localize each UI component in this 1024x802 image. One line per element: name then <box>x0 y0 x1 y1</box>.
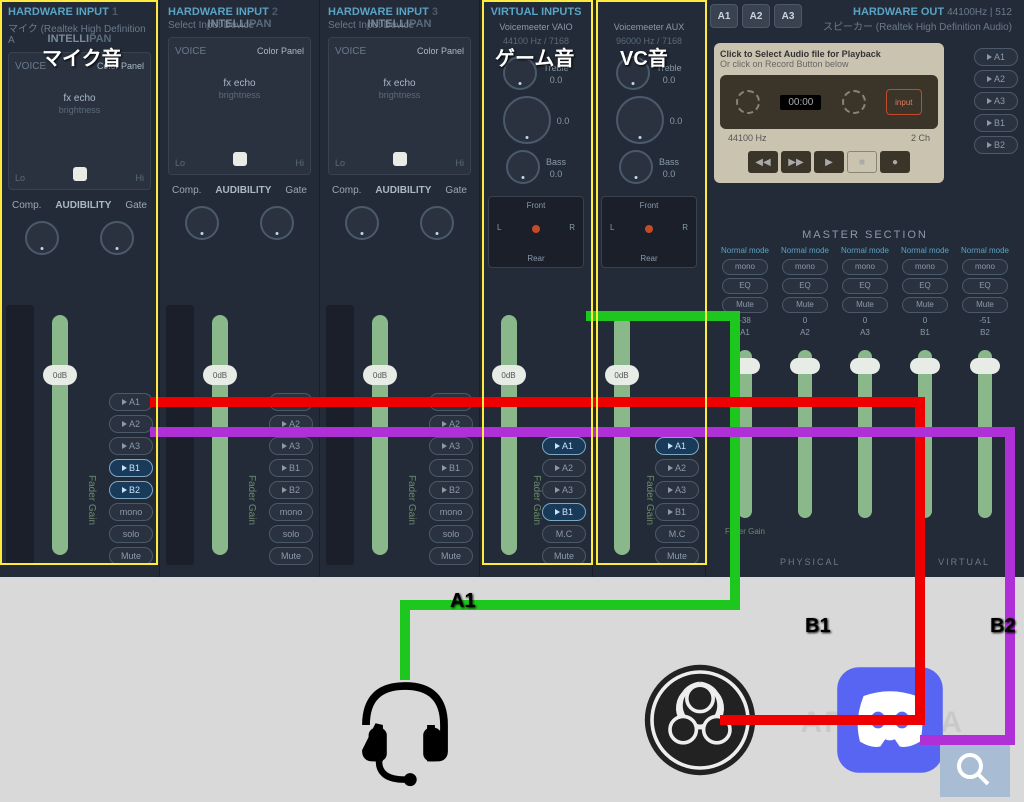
hw1-fader[interactable]: 0dB <box>40 305 80 565</box>
pb-b1[interactable]: B1 <box>974 114 1018 132</box>
hw-input-2: HARDWARE INPUT 2 Select Input Device INT… <box>160 0 320 577</box>
hw1-comp-knob[interactable] <box>25 221 59 255</box>
vi2-fader[interactable]: 0dB <box>605 305 638 565</box>
hw1-title: HARDWARE INPUT 1 <box>4 4 155 20</box>
reel-icon <box>842 90 866 114</box>
hw1-a3[interactable]: A3 <box>109 437 153 455</box>
tape-deck: Click to Select Audio file for Playback … <box>714 43 944 183</box>
hw1-mute[interactable]: Mute <box>109 547 153 565</box>
hw2-intellipan[interactable]: INTELLIPAN VOICE Color Panel fx echo bri… <box>168 37 311 175</box>
rewind-button[interactable]: ◀◀ <box>748 151 778 173</box>
hwout-a1[interactable]: A1 <box>710 4 738 28</box>
master-b2: Normal mode mono EQ Mute -51 B2 <box>957 247 1013 576</box>
hw1-gate-knob[interactable] <box>100 221 134 255</box>
master-a3: Normal mode mono EQ Mute 0 A3 <box>837 247 893 576</box>
pb-a3[interactable]: A3 <box>974 92 1018 110</box>
hwout-a2[interactable]: A2 <box>742 4 770 28</box>
pb-a2[interactable]: A2 <box>974 70 1018 88</box>
hw1-solo[interactable]: solo <box>109 525 153 543</box>
vi2-a1[interactable]: A1 <box>655 437 699 455</box>
reel-icon <box>736 90 760 114</box>
stop-button[interactable]: ■ <box>847 151 877 173</box>
voicemeeter-mixer: HARDWARE INPUT 1 マイク (Realtek High Defin… <box>0 0 1024 577</box>
hwout-a3[interactable]: A3 <box>774 4 802 28</box>
hw1-intellipan[interactable]: INTELLIPAN VOICE Color Panel fx echo bri… <box>8 52 151 190</box>
tape-select-file[interactable]: Click to Select Audio file for Playback <box>720 49 938 59</box>
hw1-puck[interactable] <box>73 167 87 181</box>
vi1-a1[interactable]: A1 <box>542 437 586 455</box>
right-panel: A1 A2 A3 HARDWARE OUT 44100Hz | 512 スピーカ… <box>706 0 1024 577</box>
master-a2: Normal mode mono EQ Mute 0 A2 <box>777 247 833 576</box>
label-a1: A1 <box>450 590 476 613</box>
label-b1: B1 <box>805 615 831 638</box>
hw1-b2[interactable]: B2 <box>109 481 153 499</box>
virtual-input-aux: Voicemeeter AUX 96000 Hz / 7168 Treble0.… <box>593 0 706 577</box>
vi1-mid-knob[interactable] <box>503 96 551 144</box>
hw1-meters <box>6 305 34 565</box>
play-button[interactable]: ▶ <box>814 151 844 173</box>
vi1-fader[interactable]: 0dB <box>492 305 525 565</box>
headset-icon <box>340 660 470 790</box>
discord-icon <box>830 660 950 780</box>
virtual-input-vaio: VIRTUAL INPUTS Voicemeeter VAIO 44100 Hz… <box>480 0 593 577</box>
label-mic: マイク音 <box>42 42 122 71</box>
vi1-b1[interactable]: B1 <box>542 503 586 521</box>
record-button[interactable]: ● <box>880 151 910 173</box>
pb-b2[interactable]: B2 <box>974 136 1018 154</box>
hw1-a2[interactable]: A2 <box>109 415 153 433</box>
vi1-pan[interactable]: Front L R Rear <box>488 196 584 268</box>
hw-input-1: HARDWARE INPUT 1 マイク (Realtek High Defin… <box>0 0 160 577</box>
hw3-intellipan[interactable]: INTELLIPAN VOICE Color Panel fx echo bri… <box>328 37 471 175</box>
label-game: ゲーム音 <box>495 42 574 71</box>
tape-input[interactable]: input <box>886 89 922 115</box>
hw1-mono[interactable]: mono <box>109 503 153 521</box>
hw-input-3: HARDWARE INPUT 3 Select Input Device INT… <box>320 0 480 577</box>
label-vc: VC音 <box>620 42 668 71</box>
hw1-a1[interactable]: A1 <box>109 393 153 411</box>
vi1-bass-knob[interactable] <box>506 150 540 184</box>
search-taskbar-icon <box>940 742 1010 797</box>
master-b1: Normal mode mono EQ Mute 0 B1 <box>897 247 953 576</box>
tape-counter: 00:00 <box>780 95 821 110</box>
master-a1: Normal mode mono EQ Mute -38 A1 Fader Ga… <box>717 247 773 576</box>
hw1-b1[interactable]: B1 <box>109 459 153 477</box>
ffwd-button[interactable]: ▶▶ <box>781 151 811 173</box>
obs-icon <box>640 660 760 780</box>
label-b2: B2 <box>990 615 1016 638</box>
pb-a1[interactable]: A1 <box>974 48 1018 66</box>
